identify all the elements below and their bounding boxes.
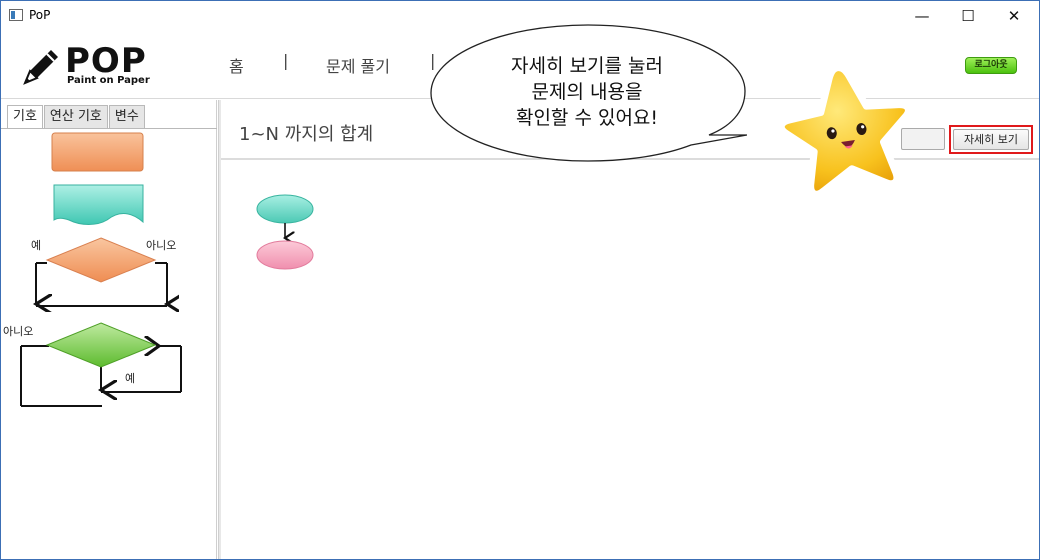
palette-tabs: 기호 연산 기호 변수 (7, 105, 146, 129)
end-node[interactable] (256, 240, 314, 270)
nav-home[interactable]: 홈 (229, 53, 244, 77)
loop-symbol[interactable] (17, 318, 187, 410)
problem-title: 1~N 까지의 합계 (239, 124, 374, 145)
app-icon (9, 9, 23, 21)
logo-subtitle: Paint on Paper (67, 75, 150, 86)
start-node[interactable] (256, 194, 314, 224)
process-symbol[interactable] (51, 132, 145, 174)
maximize-button[interactable]: ☐ (945, 1, 991, 31)
callout-line: 확인할 수 있어요! (515, 107, 659, 129)
detail-button-highlight: 자세히 보기 (949, 125, 1033, 154)
logout-button[interactable]: 로그아웃 (965, 57, 1017, 74)
nav-separator: | (283, 51, 289, 70)
minimize-button[interactable]: — (899, 1, 945, 31)
callout-line: 자세히 보기를 눌러 (511, 55, 663, 77)
app-window: PoP — ☐ ✕ POP Paint on Paper 홈 | 문제 풀기 |… (0, 0, 1040, 560)
pencil-icon (23, 50, 58, 85)
input-output-symbol[interactable] (51, 182, 147, 228)
detail-view-button[interactable]: 자세히 보기 (953, 129, 1029, 150)
tab-symbols[interactable]: 기호 (7, 105, 43, 129)
close-button[interactable]: ✕ (991, 1, 1037, 31)
tab-variables[interactable]: 변수 (108, 105, 145, 129)
symbol-palette: 기호 연산 기호 변수 예 아니오 아니오 예 (1, 100, 217, 559)
tab-operators[interactable]: 연산 기호 (43, 105, 108, 129)
nav-solve[interactable]: 문제 풀기 (326, 53, 390, 77)
tab-underline (1, 128, 217, 129)
callout-line: 문제의 내용을 (531, 81, 643, 103)
flowchart-canvas[interactable] (251, 192, 321, 274)
callout-text: 자세히 보기를 눌러 문제의 내용을 확인할 수 있어요! (471, 53, 703, 131)
window-title: PoP (29, 8, 51, 22)
logo[interactable]: POP Paint on Paper (21, 39, 151, 93)
star-mascot-icon (777, 64, 912, 198)
decision-symbol[interactable] (29, 234, 179, 312)
